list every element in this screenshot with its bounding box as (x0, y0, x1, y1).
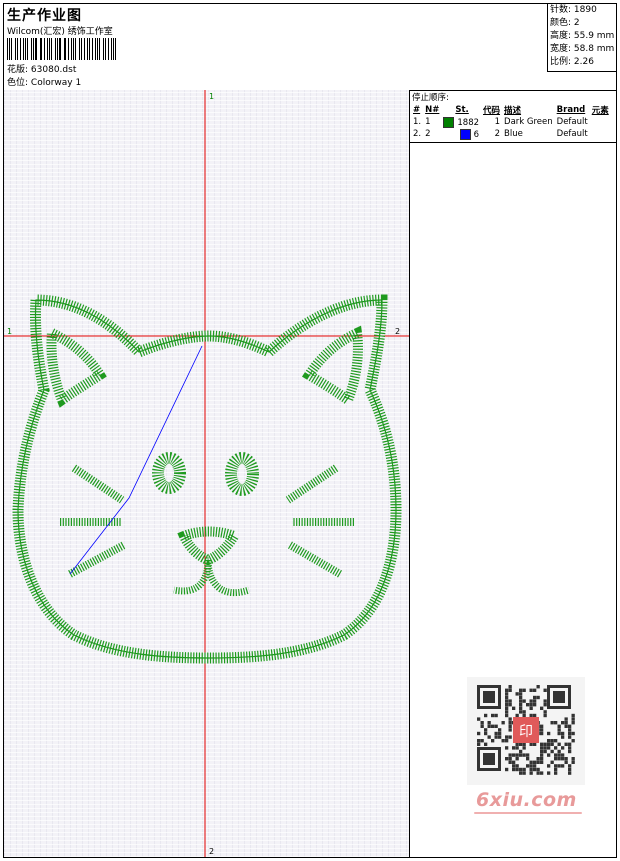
column-header: 元素 (591, 106, 609, 116)
column-header: Brand (556, 105, 586, 115)
axis-label-top: 1 (209, 92, 214, 101)
barcode (7, 38, 119, 60)
column-header: 描述 (504, 106, 522, 116)
thread-description: Dark Green (504, 117, 553, 127)
mouth-left (173, 559, 212, 595)
thread-description: Blue (504, 129, 523, 139)
stitch-count: 针数: 1890 (550, 5, 597, 15)
stats-box: 针数: 1890 颜色: 2 高度: 55.9 mm 宽度: 58.8 mm 比… (547, 4, 616, 72)
color-swatch (443, 116, 455, 128)
design-width: 宽度: 58.8 mm (550, 44, 615, 54)
design-file-value: 63080.dst (30, 65, 77, 75)
stitch-count-cell: 1882 (457, 117, 480, 128)
column-header: N# (425, 105, 440, 115)
thread-code: 1 (494, 117, 501, 127)
stamp-glyph: 印 (519, 724, 533, 740)
left-eye (152, 452, 186, 494)
right-eye (225, 452, 259, 496)
axis-label-bottom: 2 (209, 847, 214, 856)
table-row: 2. 2 6 2 Blue Default (411, 128, 611, 140)
watermark-underline (474, 812, 582, 814)
sheet-header: 生产作业图 Wilcom(汇宏) 绣饰工作室 花版: 63080.dst 色位:… (4, 4, 616, 91)
thread-brand: Default (556, 117, 588, 127)
column-header: # (413, 105, 421, 115)
row-number: 1. (413, 117, 422, 127)
stop-sequence-panel: 停止顺序: # N# St. 代码 描述 Brand 元素 1. 1 1882 (410, 90, 616, 143)
qr-code: 印 (467, 677, 585, 785)
colorway-value: Colorway 1 (30, 78, 82, 88)
embroidery-preview: 1 2 1 2 (4, 90, 409, 857)
design-file-label: 花版: (7, 65, 29, 75)
stitch-count-cell: 6 (473, 129, 480, 140)
watermark-brand: 6xiu.com (476, 789, 577, 811)
thread-code: 2 (494, 129, 501, 139)
right-whisker-bottom (287, 541, 343, 578)
row-number: 2. (413, 129, 422, 139)
colorway-row: 色位: Colorway 1 (7, 75, 81, 88)
axis-label-left: 1 (7, 327, 12, 336)
left-whisker-top (71, 464, 125, 504)
design-height: 高度: 55.9 mm (550, 31, 615, 41)
design-file-row: 花版: 63080.dst (7, 62, 76, 75)
thread-brand: Default (556, 129, 588, 139)
mouth-right (204, 559, 251, 597)
table-header-row: # N# St. 代码 描述 Brand 元素 (411, 104, 611, 116)
table-row: 1. 1 1882 1 Dark Green Default (411, 116, 611, 128)
page-title: 生产作业图 (7, 8, 82, 24)
right-inner-ear (302, 325, 363, 408)
color-swatch (459, 128, 471, 140)
colorway-label: 色位: (7, 78, 29, 88)
design-scale: 比例: 2.26 (550, 57, 594, 67)
color-count: 颜色: 2 (550, 18, 580, 28)
embroidery-canvas[interactable]: 1 2 1 2 (4, 90, 410, 857)
column-header: St. (455, 105, 469, 115)
cat-head-outline (12, 294, 402, 664)
left-inner-ear (46, 325, 107, 408)
stop-sequence-title: 停止顺序: (412, 93, 449, 103)
left-whisker-bottom (68, 541, 126, 578)
cat-nose (177, 526, 242, 566)
studio-name: Wilcom(汇宏) 绣饰工作室 (7, 27, 113, 37)
axis-label-right: 2 (395, 327, 400, 336)
needle-number: 2 (425, 129, 431, 139)
column-header: 代码 (483, 106, 501, 116)
cat-head-outline-edge (17, 299, 397, 659)
needle-number: 1 (425, 117, 431, 127)
stop-sequence-table: # N# St. 代码 描述 Brand 元素 1. 1 1882 1 Dark… (411, 104, 611, 140)
right-whisker-top (285, 464, 339, 504)
